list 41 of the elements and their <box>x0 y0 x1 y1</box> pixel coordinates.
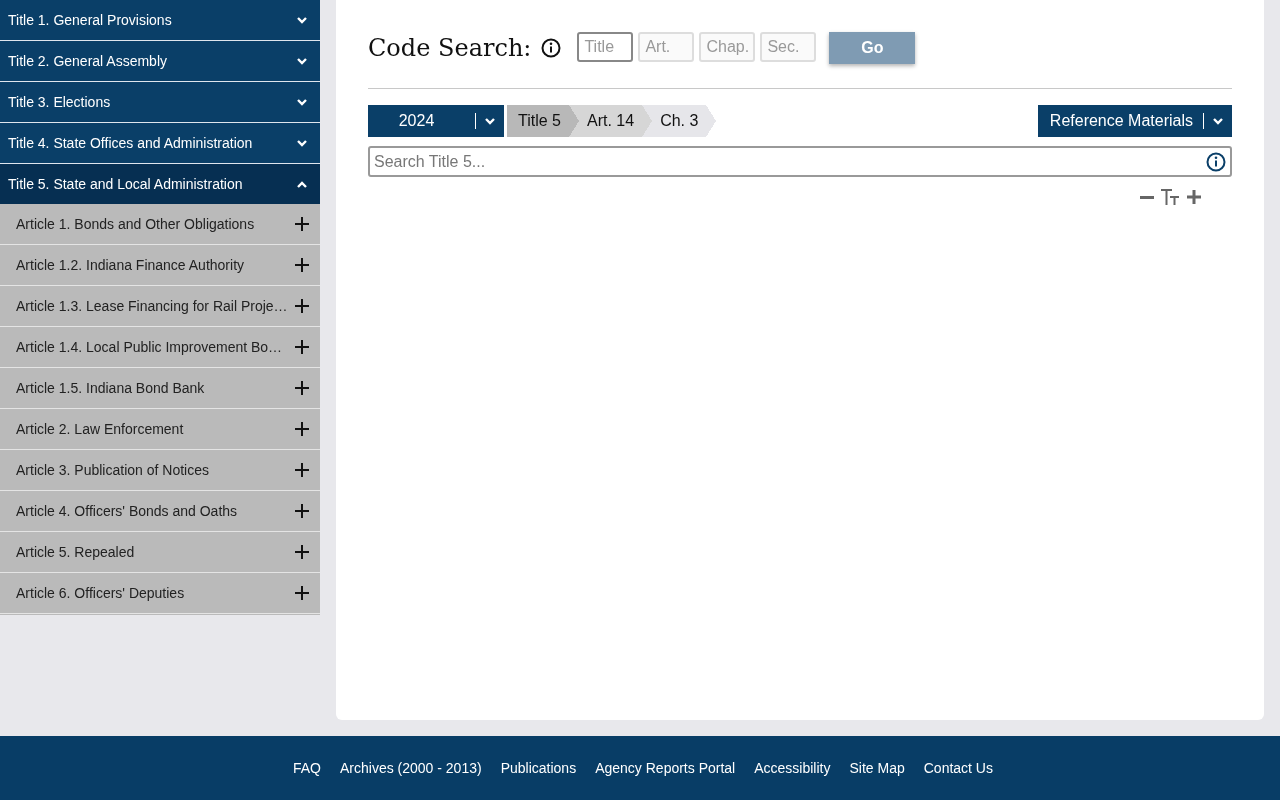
breadcrumb-item[interactable]: Ch. 3 <box>652 105 717 137</box>
minus-icon <box>1140 195 1154 199</box>
title-item[interactable]: Title 2. General Assembly <box>0 41 320 82</box>
title-search-field[interactable]: Search Title 5... <box>368 146 1232 177</box>
plus-icon <box>294 503 310 519</box>
heading: Code Search: <box>368 33 532 64</box>
footer-link[interactable]: Publications <box>500 760 577 776</box>
breadcrumb-item[interactable]: Title 5 <box>507 105 579 137</box>
plus-icon <box>294 339 310 355</box>
chevron-down-icon <box>1212 115 1224 127</box>
plus-icon <box>294 257 310 273</box>
breadcrumb-item[interactable]: Art. 14 <box>579 105 653 137</box>
reference-dropdown[interactable]: Reference Materials <box>1037 105 1232 137</box>
year-dropdown[interactable]: 2024 <box>368 105 504 137</box>
title-item[interactable]: Title 1. General Provisions <box>0 0 320 41</box>
footer-link[interactable]: Agency Reports Portal <box>595 760 736 776</box>
plus-icon <box>294 544 310 560</box>
chevron-down-icon <box>296 14 308 26</box>
title-item[interactable]: Title 5. State and Local Administration <box>0 164 320 204</box>
chevron-down-icon <box>296 96 308 108</box>
text-size-icon <box>1160 188 1180 206</box>
plus-icon <box>294 585 310 601</box>
footer-link[interactable]: Contact Us <box>923 760 993 776</box>
title-item[interactable]: Title 3. Elections <box>0 82 320 123</box>
footer-link[interactable]: Site Map <box>849 760 905 776</box>
chevron-down-icon <box>296 137 308 149</box>
plus-icon <box>294 421 310 437</box>
footer-link[interactable]: Accessibility <box>754 760 831 776</box>
info-icon <box>1206 152 1226 172</box>
footer-link[interactable]: FAQ <box>293 760 321 776</box>
plus-icon <box>294 298 310 314</box>
code-field[interactable]: Title <box>577 32 634 62</box>
plus-icon <box>294 462 310 478</box>
plus-icon <box>294 380 310 396</box>
plus-icon <box>294 216 310 232</box>
footer-link[interactable]: Archives (2000 - 2013) <box>340 760 482 776</box>
info-icon <box>541 38 562 58</box>
plus-icon <box>1186 189 1202 205</box>
chevron-down-icon <box>484 115 496 127</box>
title-item[interactable]: Title 4. State Offices and Administration <box>0 123 320 164</box>
chevron-down-icon <box>296 55 308 67</box>
